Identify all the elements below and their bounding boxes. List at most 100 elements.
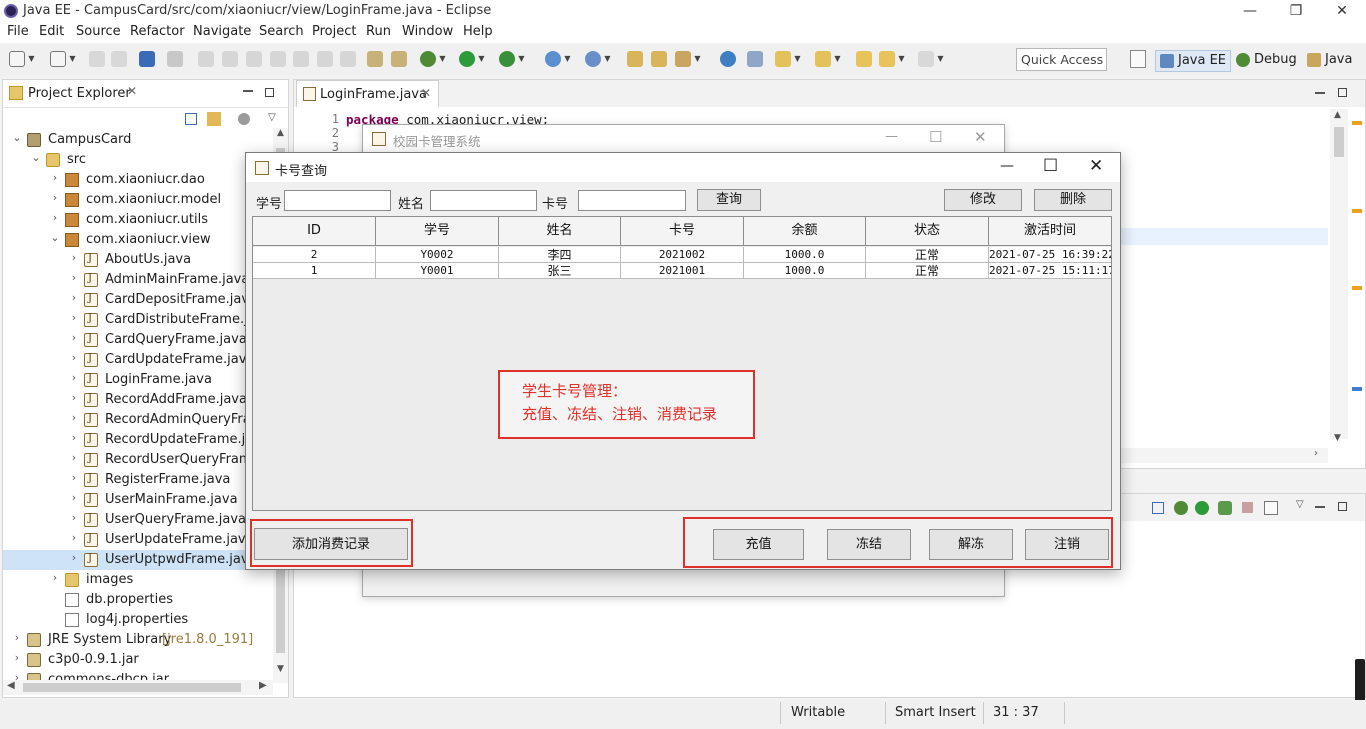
search-icon[interactable] (675, 51, 691, 67)
back-icon[interactable] (879, 51, 895, 67)
editor-tab-loginframe[interactable]: LoginFrame.java ✕ (296, 80, 439, 107)
open-type-icon[interactable] (627, 51, 643, 67)
scroll-down-icon[interactable]: ▼ (273, 664, 288, 679)
freeze-button[interactable]: 冻结 (827, 529, 911, 560)
tree-item[interactable]: › AboutUs.java (3, 250, 273, 270)
debug-icon[interactable] (1174, 501, 1188, 515)
column-header-activation-time[interactable]: 激活时间 (989, 217, 1111, 246)
collapse-all-icon[interactable] (185, 113, 197, 125)
editor-scroll-right-icon[interactable]: › (1314, 448, 1318, 459)
add-consumption-record-button[interactable]: 添加消费记录 (254, 528, 408, 560)
view-menu-icon[interactable]: ▽ (268, 112, 276, 123)
collapsed-arrow-icon[interactable]: › (68, 411, 80, 424)
collapsed-arrow-icon[interactable]: › (68, 491, 80, 504)
debug-icon[interactable] (420, 51, 436, 67)
tree-item[interactable]: › RegisterFrame.java (3, 470, 273, 490)
collapsed-arrow-icon[interactable]: › (68, 311, 80, 324)
tree-item[interactable]: ⌄ CampusCard (3, 130, 273, 150)
dialog-maximize-button[interactable]: ☐ (1043, 156, 1058, 176)
run-external-dropdown-icon[interactable]: ▼ (517, 51, 526, 67)
suspend-icon[interactable] (222, 51, 238, 67)
link-with-editor-icon[interactable] (207, 112, 221, 126)
menu-edit[interactable]: Edit (39, 24, 64, 39)
tree-item[interactable]: › UserQueryFrame.java (3, 510, 273, 530)
skip-breakpoints-icon[interactable] (167, 51, 183, 67)
tree-item[interactable]: ⌄ com.xiaoniucr.view (3, 230, 273, 250)
collapsed-arrow-icon[interactable]: › (68, 371, 80, 384)
tree-item[interactable]: › CardDepositFrame.java (3, 290, 273, 310)
new-class-icon[interactable] (585, 51, 601, 67)
tree-item[interactable]: › UserMainFrame.java (3, 490, 273, 510)
tree-item[interactable]: log4j.properties (3, 610, 273, 630)
editor-scroll-thumb[interactable] (1334, 127, 1344, 157)
editor-tab-close-icon[interactable]: ✕ (421, 86, 431, 100)
tree-item[interactable]: › LoginFrame.java (3, 370, 273, 390)
collapsed-arrow-icon[interactable]: › (68, 291, 80, 304)
window-minimize-button[interactable]: — (1227, 0, 1273, 23)
editor-vertical-scrollbar[interactable]: ▲ ▼ (1330, 109, 1348, 443)
resume-icon[interactable] (198, 51, 214, 67)
modify-button[interactable]: 修改 (944, 189, 1022, 211)
scroll-right-icon[interactable]: ▶ (259, 680, 267, 691)
collapsed-arrow-icon[interactable]: › (68, 511, 80, 524)
toggle-comment-icon[interactable] (367, 51, 383, 67)
publish-icon[interactable] (1218, 501, 1232, 515)
editor-scroll-up-icon[interactable]: ▲ (1334, 110, 1341, 120)
bottom-minimize-icon[interactable] (1315, 506, 1325, 508)
window-close-button[interactable]: ✕ (1319, 0, 1365, 23)
bg-window-maximize-button[interactable]: ☐ (929, 128, 942, 146)
horizontal-scroll-thumb[interactable] (23, 683, 241, 692)
scroll-up-icon[interactable]: ▲ (273, 128, 288, 143)
name-input[interactable] (430, 190, 537, 211)
perspective-debug[interactable]: Debug (1232, 50, 1301, 72)
bg-window-close-button[interactable]: ✕ (974, 128, 987, 146)
open-console-icon[interactable] (139, 51, 155, 67)
step-return-icon[interactable] (340, 51, 356, 67)
warning-marker[interactable] (1352, 121, 1362, 125)
expanded-arrow-icon[interactable]: ⌄ (49, 231, 61, 244)
new-server-dropdown-icon[interactable]: ▼ (68, 51, 77, 67)
run-icon[interactable] (1195, 501, 1209, 515)
menu-help[interactable]: Help (463, 24, 493, 39)
bg-window-minimize-button[interactable]: — (885, 129, 898, 144)
stop-icon[interactable] (1242, 502, 1253, 513)
collapsed-arrow-icon[interactable]: › (68, 331, 80, 344)
menu-project[interactable]: Project (312, 24, 356, 39)
tree-item[interactable]: › UserUpdateFrame.java (3, 530, 273, 550)
perspective-java-ee[interactable]: Java EE (1155, 50, 1232, 72)
open-console-icon[interactable] (1264, 501, 1278, 515)
tree-item[interactable]: ›CardDistributeFrame.java (3, 310, 273, 330)
editor-scroll-down-icon[interactable]: ▼ (1334, 433, 1341, 443)
last-edit-location-icon[interactable] (856, 51, 872, 67)
save-icon[interactable] (89, 51, 105, 67)
collapsed-arrow-icon[interactable]: › (68, 431, 80, 444)
tree-item[interactable]: › com.xiaoniucr.model (3, 190, 273, 210)
cancel-card-button[interactable]: 注销 (1025, 529, 1109, 560)
dialog-minimize-button[interactable]: — (1000, 158, 1014, 174)
unfreeze-button[interactable]: 解冻 (929, 529, 1013, 560)
collapsed-arrow-icon[interactable]: › (49, 211, 61, 224)
new-dropdown-icon[interactable]: ▼ (27, 51, 36, 67)
tree-item[interactable]: › CardUpdateFrame.java (3, 350, 273, 370)
open-task-icon[interactable] (651, 51, 667, 67)
run-external-icon[interactable] (499, 51, 515, 67)
table-row[interactable]: 2 Y0002 李四 2021002 1000.0 正常 2021-07-25 … (253, 247, 1111, 263)
warning-marker[interactable] (1352, 286, 1362, 290)
save-all-icon[interactable] (111, 51, 127, 67)
tree-item[interactable]: › AdminMainFrame.java (3, 270, 273, 290)
editor-maximize-icon[interactable] (1338, 88, 1347, 97)
launch-icon[interactable] (747, 51, 763, 67)
forward-dropdown-icon[interactable]: ▼ (936, 51, 945, 67)
previous-annotation-dropdown-icon[interactable]: ▼ (833, 51, 842, 67)
project-tree-horizontal-scrollbar[interactable]: ◀ ▶ (3, 680, 273, 695)
tree-item[interactable]: › images (3, 570, 273, 590)
tree-item[interactable]: db.properties (3, 590, 273, 610)
collapsed-arrow-icon[interactable]: › (68, 251, 80, 264)
menu-run[interactable]: Run (366, 24, 391, 39)
collapsed-arrow-icon[interactable]: › (68, 391, 80, 404)
collapsed-arrow-icon[interactable]: › (49, 171, 61, 184)
quick-access-input[interactable]: Quick Access (1016, 48, 1107, 71)
menu-navigate[interactable]: Navigate (193, 24, 251, 39)
filter-icon[interactable] (238, 113, 250, 125)
menu-refactor[interactable]: Refactor (130, 24, 185, 39)
